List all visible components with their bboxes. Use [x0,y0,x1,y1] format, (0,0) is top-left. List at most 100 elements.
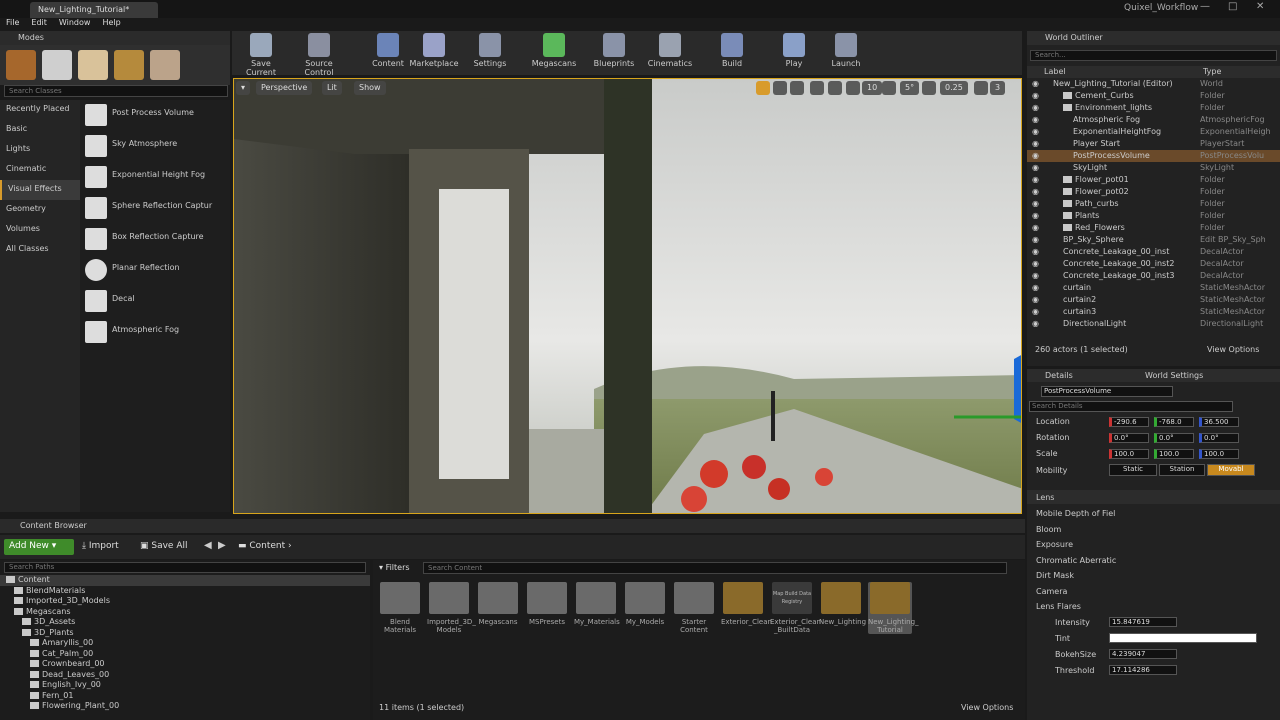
category-geometry[interactable]: Geometry [0,200,80,220]
outliner-row[interactable]: ◉ Cement_Curbs Folder [1027,90,1280,102]
outliner-row[interactable]: ◉ Atmospheric Fog AtmosphericFog [1027,114,1280,126]
outliner-row[interactable]: ◉ New_Lighting_Tutorial (Editor) World [1027,78,1280,90]
filters-button[interactable]: ▾ Filters [379,563,410,572]
breadcrumb[interactable]: ▬ Content › [238,541,292,551]
asset-tile[interactable]: New_Lighting_ Tutorial [868,582,919,634]
source-control-button[interactable]: Source Control [290,33,348,77]
lens-section[interactable]: Lens [1027,490,1280,504]
details-section[interactable]: Dirt Mask [1027,569,1280,585]
search-content-input[interactable]: Search Content [423,562,1007,574]
mobility-static-button[interactable]: Static [1109,464,1157,476]
visibility-eye-icon[interactable]: ◉ [1032,271,1039,280]
tree-item[interactable]: 3D_Assets [0,617,370,628]
menu-edit[interactable]: Edit [31,18,47,27]
visibility-eye-icon[interactable]: ◉ [1032,307,1039,316]
viewport-menu-button[interactable]: ▾ [236,81,250,95]
category-all-classes[interactable]: All Classes [0,240,80,260]
visibility-eye-icon[interactable]: ◉ [1032,103,1039,112]
outliner-row[interactable]: ◉ Player Start PlayerStart [1027,138,1280,150]
column-label[interactable]: Label [1044,67,1066,76]
asset-tile[interactable]: Exterior_Clean [721,582,772,626]
list-item[interactable]: Exponential Height Fog [80,162,230,193]
details-section[interactable]: Camera [1027,585,1280,601]
visibility-eye-icon[interactable]: ◉ [1032,163,1039,172]
level-tab[interactable]: New_Lighting_Tutorial* [30,2,158,18]
asset-tile[interactable]: MSPresets [525,582,569,626]
visibility-eye-icon[interactable]: ◉ [1032,295,1039,304]
outliner-row[interactable]: ◉ curtain3 StaticMeshActor [1027,306,1280,318]
visibility-eye-icon[interactable]: ◉ [1032,259,1039,268]
list-item[interactable]: Planar Reflection [80,255,230,286]
tree-item[interactable]: English_Ivy_00 [0,680,370,691]
category-recently-placed[interactable]: Recently Placed [0,100,80,120]
visibility-eye-icon[interactable]: ◉ [1032,139,1039,148]
marketplace-button[interactable]: Marketplace [408,33,460,68]
scale-x[interactable]: 100.0 [1109,449,1149,459]
surface-snap-icon[interactable] [828,81,842,95]
back-icon[interactable]: ◀ [204,540,212,551]
play-button[interactable]: Play [778,33,810,68]
mobility-stationary-button[interactable]: Station [1159,464,1205,476]
tree-item[interactable]: Fern_01 [0,691,370,702]
geometry-mode-icon[interactable] [150,50,180,80]
paint-mode-icon[interactable] [42,50,72,80]
minimize-button[interactable]: — [1200,1,1210,12]
tree-item[interactable]: BlendMaterials [0,586,370,597]
details-section[interactable]: Lens Flares [1027,600,1280,616]
list-item[interactable]: Atmospheric Fog [80,317,230,348]
list-item[interactable]: Sky Atmosphere [80,131,230,162]
add-new-button[interactable]: Add New ▾ [4,539,74,555]
asset-tile[interactable]: Blend Materials [378,582,422,634]
scale-icon[interactable] [790,81,804,95]
foliage-mode-icon[interactable] [114,50,144,80]
cinematics-button[interactable]: Cinematics [646,33,694,68]
tab-world-settings[interactable]: World Settings [1145,371,1203,380]
camera-speed-value[interactable]: 3 [990,81,1006,95]
location-y[interactable]: -768.0 [1154,417,1194,427]
rotation-snap-value[interactable]: 5° [900,81,920,95]
details-search-input[interactable]: Search Details [1029,401,1233,412]
scale-y[interactable]: 100.0 [1154,449,1194,459]
details-section[interactable]: Exposure [1027,538,1280,554]
category-basic[interactable]: Basic [0,120,80,140]
outliner-row[interactable]: ◉ Concrete_Leakage_00_inst3 DecalActor [1027,270,1280,282]
asset-tile[interactable]: New_Lighting [819,582,866,626]
outliner-row[interactable]: ◉ PostProcessVolume PostProcessVolu [1027,150,1280,162]
visibility-eye-icon[interactable]: ◉ [1032,127,1039,136]
visibility-eye-icon[interactable]: ◉ [1032,235,1039,244]
perspective-button[interactable]: Perspective [256,81,313,95]
save-current-button[interactable]: Save Current [236,33,286,77]
visibility-eye-icon[interactable]: ◉ [1032,175,1039,184]
scale-snap-icon[interactable] [922,81,936,95]
megascans-button[interactable]: Megascans [530,33,578,68]
column-type[interactable]: Type [1203,67,1221,76]
blueprints-button[interactable]: Blueprints [592,33,636,68]
grid-snap-icon[interactable] [846,81,860,95]
outliner-view-options[interactable]: View Options [1207,345,1259,354]
visibility-eye-icon[interactable]: ◉ [1032,211,1039,220]
tree-item[interactable]: Crownbeard_00 [0,659,370,670]
asset-tile[interactable]: Map Build Data Registry Exterior_Clean _B… [770,582,821,634]
search-classes-input[interactable]: Search Classes [4,85,228,97]
place-mode-icon[interactable] [6,50,36,80]
close-button[interactable]: ✕ [1256,1,1264,12]
outliner-row[interactable]: ◉ Plants Folder [1027,210,1280,222]
menu-window[interactable]: Window [59,18,91,27]
outliner-row[interactable]: ◉ ExponentialHeightFog ExponentialHeigh [1027,126,1280,138]
category-volumes[interactable]: Volumes [0,220,80,240]
rotation-z[interactable]: 0.0° [1199,433,1239,443]
tint-color[interactable] [1109,633,1257,643]
maximize-button[interactable]: □ [1228,1,1237,12]
asset-tile[interactable]: Starter Content [672,582,716,634]
visibility-eye-icon[interactable]: ◉ [1032,199,1039,208]
visibility-eye-icon[interactable]: ◉ [1032,319,1039,328]
category-cinematic[interactable]: Cinematic [0,160,80,180]
visibility-eye-icon[interactable]: ◉ [1032,283,1039,292]
visibility-eye-icon[interactable]: ◉ [1032,187,1039,196]
build-button[interactable]: Build [716,33,748,68]
tree-item[interactable]: Content [0,575,370,586]
save-all-button[interactable]: ▣ Save All [140,541,188,551]
category-visual-effects[interactable]: Visual Effects [0,180,80,200]
rotation-y[interactable]: 0.0° [1154,433,1194,443]
menu-file[interactable]: File [6,18,19,27]
